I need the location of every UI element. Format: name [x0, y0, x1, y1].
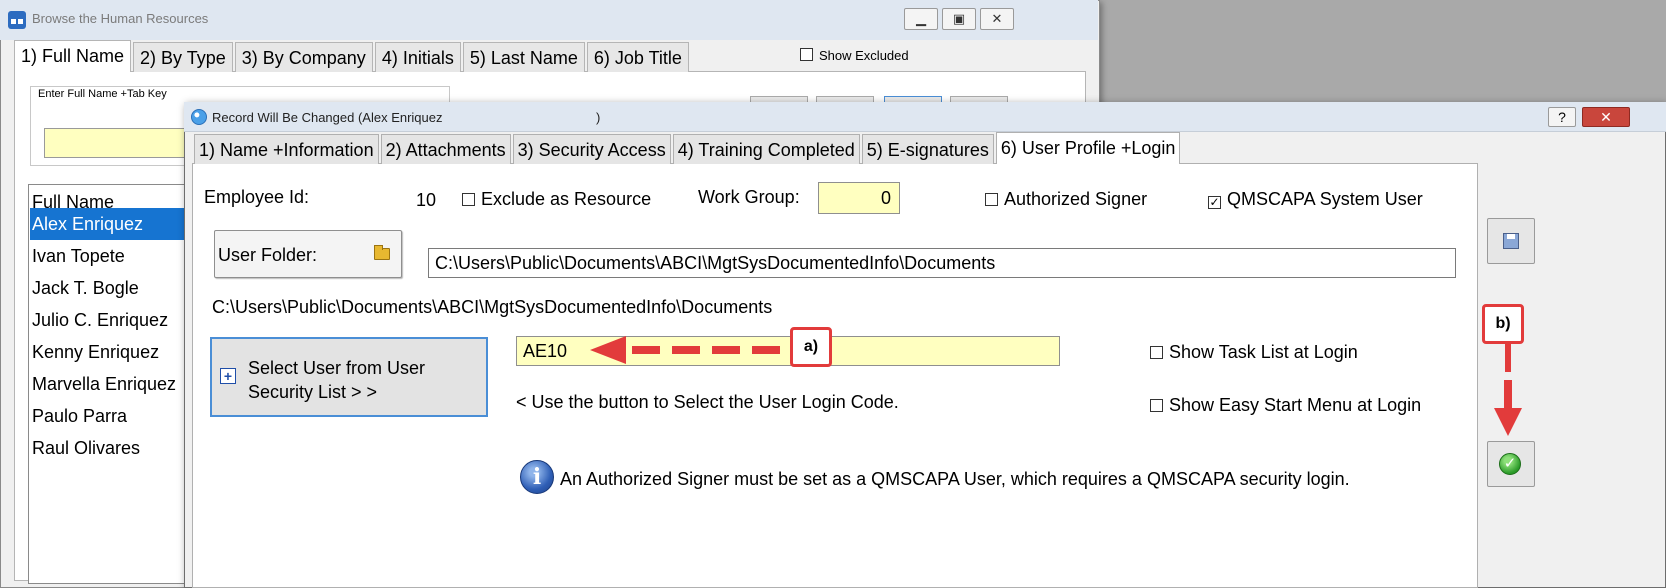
annotation-callout-b: b)	[1482, 304, 1524, 344]
annotation-arrowhead-b	[1494, 408, 1522, 436]
annotation-overlay	[590, 336, 1522, 436]
annotation-callout-a: a)	[790, 327, 832, 367]
annotation-arrowhead-a	[590, 336, 626, 364]
